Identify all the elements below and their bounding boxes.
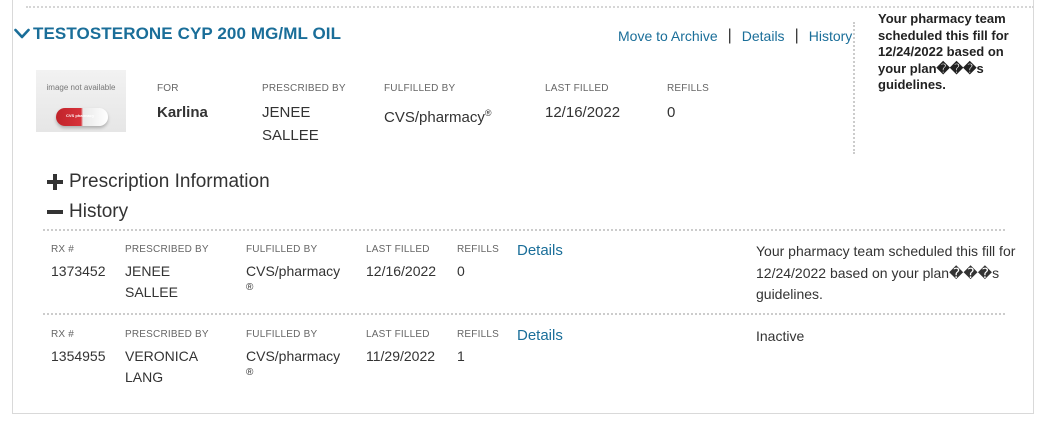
last-filled-label: LAST FILLED — [366, 329, 430, 340]
fulfilled-by-label: FULFILLED BY — [384, 83, 456, 94]
drug-name[interactable]: TESTOSTERONE CYP 200 MG/ML OIL — [33, 24, 341, 44]
details-link[interactable]: Details — [742, 28, 785, 44]
fulfilled-by-value-wrap: CVS/pharmacy ® — [246, 261, 340, 294]
link-separator: | — [794, 27, 799, 44]
prescribed-by-value: JENEE SALLEE — [262, 104, 319, 144]
last-filled-label: LAST FILLED — [366, 244, 430, 255]
vertical-divider — [853, 22, 855, 154]
prescribed-by-label: PRESCRIBED BY — [125, 329, 209, 340]
fulfilled-by-value: CVS/pharmacy — [384, 109, 485, 126]
prescribed-by-label: PRESCRIBED BY — [262, 83, 346, 94]
minus-icon[interactable] — [47, 204, 63, 220]
last-filled-field: LAST FILLED 12/16/2022 — [545, 83, 620, 125]
prescription-header[interactable]: TESTOSTERONE CYP 200 MG/ML OIL — [14, 24, 341, 44]
prescribed-by-label: PRESCRIBED BY — [125, 244, 209, 255]
fulfilled-by-value: CVS/pharmacy — [246, 348, 341, 364]
refills-field: REFILLS 0 — [667, 83, 709, 125]
for-value: Karlina — [157, 104, 208, 121]
history-details-link[interactable]: Details — [517, 242, 563, 259]
history-divider — [43, 313, 1005, 315]
capsule-brand-text: CVS pharmacy — [66, 113, 95, 118]
prescription-info-label[interactable]: Prescription Information — [69, 171, 270, 193]
history-toggle[interactable]: History — [47, 201, 128, 223]
history-status-note: Inactive — [756, 328, 805, 344]
refills-label: REFILLS — [667, 83, 709, 94]
registered-mark: ® — [484, 108, 492, 118]
for-field: FOR Karlina — [157, 83, 208, 125]
for-label: FOR — [157, 83, 179, 94]
fulfilled-by-value: CVS/pharmacy — [246, 263, 341, 279]
rx-label: RX # — [51, 329, 75, 340]
plus-icon[interactable] — [47, 174, 63, 190]
fulfilled-by-field: FULFILLED BY CVS/pharmacy® — [384, 83, 492, 130]
prescribed-by-value: JENEE SALLEE — [125, 263, 178, 300]
refills-value: 0 — [667, 104, 676, 121]
move-to-archive-link[interactable]: Move to Archive — [618, 28, 718, 44]
rx-number: 1354955 — [51, 348, 106, 364]
history-divider — [43, 229, 1005, 231]
chevron-down-icon[interactable] — [14, 28, 30, 40]
refills-label: REFILLS — [457, 329, 499, 340]
prescribed-by-field: PRESCRIBED BY JENEE SALLEE — [262, 83, 362, 147]
registered-mark: ® — [246, 367, 254, 378]
top-divider — [26, 6, 1034, 8]
rx-number: 1373452 — [51, 263, 106, 279]
refills-value: 0 — [457, 263, 465, 279]
prescribed-by-value: VERONICA LANG — [125, 348, 198, 385]
fulfilled-by-value-wrap: CVS/pharmacy® — [384, 102, 492, 130]
history-link[interactable]: History — [809, 28, 853, 44]
history-label[interactable]: History — [69, 201, 128, 223]
last-filled-value: 12/16/2022 — [545, 104, 621, 121]
link-separator: | — [727, 27, 732, 44]
prescription-info-toggle[interactable]: Prescription Information — [47, 171, 270, 193]
last-filled-value: 11/29/2022 — [366, 348, 436, 364]
fulfilled-by-value-wrap: CVS/pharmacy ® — [246, 346, 340, 379]
fill-schedule-note: Your pharmacy team scheduled this fill f… — [878, 11, 1009, 92]
refills-value: 1 — [457, 348, 465, 364]
medication-image: image not available CVS pharmacy — [36, 70, 126, 132]
refills-label: REFILLS — [457, 244, 499, 255]
last-filled-value: 12/16/2022 — [366, 263, 437, 279]
prescription-actions: Move to Archive | Details | History — [618, 27, 852, 45]
fulfilled-by-label: FULFILLED BY — [246, 329, 318, 340]
history-status-note: Your pharmacy team scheduled this fill f… — [756, 243, 1016, 302]
rx-label: RX # — [51, 244, 75, 255]
history-details-link[interactable]: Details — [517, 327, 563, 344]
fulfilled-by-label: FULFILLED BY — [246, 244, 318, 255]
registered-mark: ® — [246, 282, 254, 293]
last-filled-label: LAST FILLED — [545, 83, 609, 94]
image-placeholder-text: image not available — [46, 83, 116, 92]
